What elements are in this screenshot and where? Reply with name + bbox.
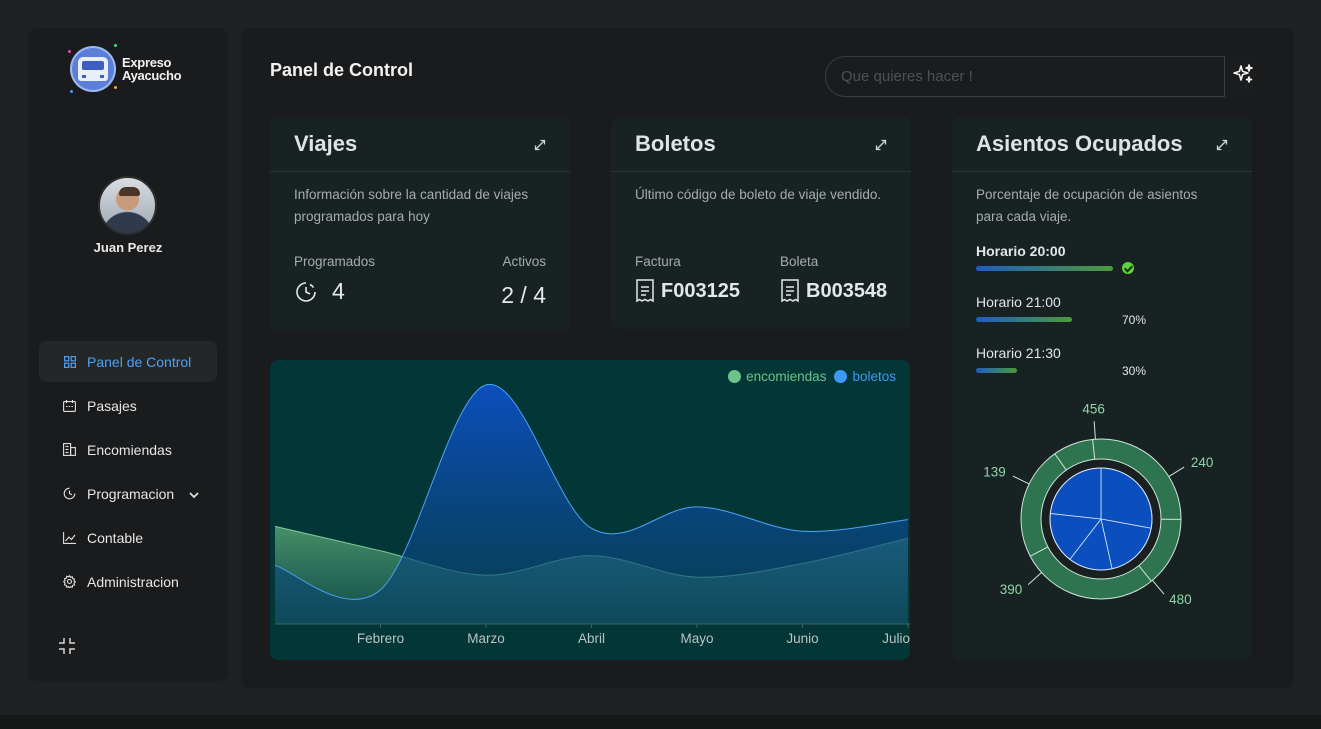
occupancy-pie-chart: 456 240 480 390 139 [983, 402, 1214, 607]
bus-logo-icon [68, 44, 117, 93]
search-input[interactable] [825, 56, 1225, 97]
ticket-calendar-icon [63, 399, 76, 412]
ring-label-leader [1152, 579, 1165, 595]
x-tick-label: Mayo [680, 631, 713, 646]
chevron-down-icon[interactable] [189, 486, 199, 502]
sidebar-item-encomiendas[interactable]: Encomiendas [39, 429, 217, 470]
main-panel: Panel de Control Viajes Información sobr… [242, 28, 1293, 688]
legend-item-boletos[interactable]: boletos [834, 369, 896, 384]
sidebar-item-contable[interactable]: Contable [39, 517, 217, 558]
ring-value-label: 139 [983, 465, 1006, 480]
sidebar-nav: Panel de Control Pasajes Encomiendas Pro… [39, 341, 217, 605]
brand-name-line2: Ayacucho [122, 68, 182, 83]
progress-percent: 70% [1122, 313, 1147, 327]
factura-label: Factura [635, 254, 681, 269]
receipt-icon [635, 279, 655, 303]
viajes-card: Viajes Información sobre la cantidad de … [270, 117, 570, 331]
line-chart-icon [63, 531, 76, 544]
programados-label: Programados [294, 254, 376, 269]
bottom-strip [0, 715, 1321, 729]
x-tick-label: Abril [578, 631, 605, 646]
receipt-icon [780, 279, 800, 303]
boleta-label: Boleta [780, 254, 819, 269]
x-tick-label: Marzo [467, 631, 505, 646]
activos-label: Activos [502, 254, 546, 269]
sidebar-item-label: Pasajes [87, 397, 137, 414]
ai-assistant-button[interactable] [1226, 56, 1260, 97]
sidebar-item-pasajes[interactable]: Pasajes [39, 385, 217, 426]
sidebar-item-label: Programacion [87, 485, 175, 502]
boletos-description: Último código de boleto de viaje vendido… [635, 187, 882, 202]
sidebar-item-label: Encomiendas [87, 441, 172, 458]
brand-logo[interactable]: Expreso Ayacucho [68, 44, 182, 93]
expand-icon[interactable] [534, 138, 546, 151]
ring-label-leader [1093, 421, 1096, 440]
asientos-card: Asientos Ocupados Porcentaje de ocupació… [952, 117, 1252, 660]
x-tick-label: Junio [786, 631, 818, 646]
gear-icon [63, 575, 76, 588]
boleta-value: B003548 [806, 279, 888, 302]
user-name: Juan Perez [93, 240, 163, 255]
horario-row: Horario 21:30 30% [976, 345, 1226, 378]
chart-legend: encomiendas boletos [728, 369, 896, 384]
asientos-title: Asientos Ocupados [976, 131, 1183, 156]
clock-icon [294, 280, 318, 304]
sidebar-item-panel-de-control[interactable]: Panel de Control [39, 341, 217, 382]
programados-value: 4 [332, 278, 345, 304]
legend-label: boletos [852, 369, 896, 384]
progress-percent: 30% [1122, 364, 1147, 378]
horario-label: Horario 20:00 [976, 243, 1066, 259]
sidebar-item-label: Administracion [87, 573, 179, 590]
horario-label: Horario 21:00 [976, 294, 1061, 310]
viajes-title: Viajes [294, 131, 358, 156]
progress-bar [976, 368, 1113, 373]
expand-icon[interactable] [1216, 138, 1228, 151]
legend-label: encomiendas [746, 369, 827, 384]
ring-value-label: 456 [1082, 402, 1105, 416]
x-tick-label: Julio [882, 631, 910, 646]
factura-value: F003125 [661, 279, 740, 302]
grid-icon [63, 355, 76, 368]
legend-item-encomiendas[interactable]: encomiendas [728, 369, 826, 384]
activos-value: 2 / 4 [501, 282, 546, 308]
ring-value-label: 240 [1191, 455, 1214, 470]
horario-label: Horario 21:30 [976, 345, 1061, 361]
sidebar-item-label: Panel de Control [87, 353, 192, 370]
viajes-description: Información sobre la cantidad de viajes … [294, 187, 529, 224]
sidebar: Expreso Ayacucho Juan Perez Panel de Con… [28, 28, 228, 681]
ring-label-leader [1168, 466, 1185, 478]
sparkle-icon [1232, 63, 1254, 90]
sidebar-item-administracion[interactable]: Administracion [39, 561, 217, 602]
sidebar-item-label: Contable [87, 529, 144, 546]
expand-icon[interactable] [875, 138, 887, 151]
monthly-area-chart: Febrero Marzo Abril Mayo Junio Julio encomien… [270, 360, 910, 660]
progress-bar [976, 266, 1113, 271]
collapse-sidebar-icon[interactable] [58, 637, 76, 655]
horario-row: Horario 20:00 [976, 243, 1226, 274]
ring-value-label: 390 [1000, 582, 1023, 597]
asientos-description: Porcentaje de ocupación de asientos para… [976, 187, 1198, 224]
avatar[interactable] [98, 176, 157, 235]
progress-bar [976, 317, 1113, 322]
check-circle-icon [1122, 262, 1134, 274]
horario-row: Horario 21:00 70% [976, 294, 1226, 327]
boletos-title: Boletos [635, 131, 716, 156]
sidebar-item-programacion[interactable]: Programacion [39, 473, 217, 514]
ring-label-leader [1027, 572, 1042, 585]
page-title: Panel de Control [270, 60, 414, 80]
ring-value-label: 480 [1169, 592, 1192, 607]
boletos-card: Boletos Último código de boleto de viaje… [611, 117, 911, 329]
clock-icon [63, 487, 76, 500]
building-icon [63, 443, 76, 456]
ring-label-leader [1012, 475, 1030, 485]
x-tick-label: Febrero [357, 631, 404, 646]
